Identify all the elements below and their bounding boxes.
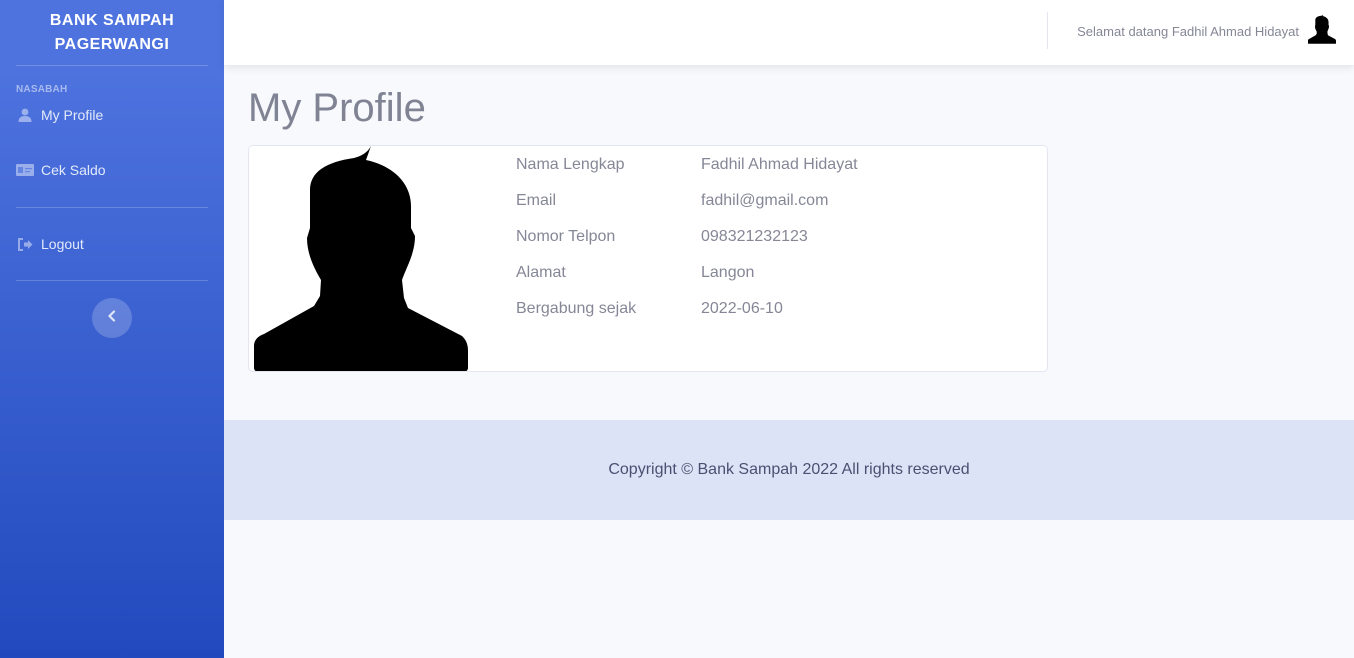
- user-icon: [16, 108, 34, 122]
- profile-value: Langon: [701, 264, 755, 281]
- profile-label: Bergabung sejak: [516, 300, 637, 317]
- profile-value: fadhil@gmail.com: [701, 192, 829, 209]
- sidebar-toggle-button[interactable]: [92, 298, 132, 338]
- profile-card: Nama Lengkap Fadhil Ahmad Hidayat Email …: [248, 145, 1048, 372]
- profile-row-address: Alamat Langon: [516, 264, 754, 282]
- sidebar-item-my-profile[interactable]: My Profile: [0, 95, 224, 133]
- sidebar-heading: NASABAH: [16, 84, 68, 95]
- profile-row-name: Nama Lengkap Fadhil Ahmad Hidayat: [516, 156, 858, 174]
- profile-row-phone: Nomor Telpon 098321232123: [516, 228, 808, 246]
- id-card-icon: [16, 163, 34, 177]
- footer: Copyright © Bank Sampah 2022 All rights …: [224, 420, 1354, 520]
- profile-value: 2022-06-10: [701, 300, 783, 317]
- sidebar-toggle-wrap: [0, 281, 224, 338]
- sidebar-item-label: My Profile: [41, 107, 104, 123]
- welcome-text: Selamat datang Fadhil Ahmad Hidayat: [1077, 23, 1299, 39]
- profile-label: Nama Lengkap: [516, 156, 625, 173]
- profile-label: Alamat: [516, 264, 566, 281]
- page-title: My Profile: [248, 86, 426, 130]
- profile-photo: [254, 146, 468, 371]
- brand-title[interactable]: BANK SAMPAH PAGERWANGI: [0, 0, 224, 65]
- profile-label: Email: [516, 192, 557, 209]
- sidebar-item-cek-saldo[interactable]: Cek Saldo: [0, 133, 224, 207]
- chevron-left-icon: [107, 309, 117, 327]
- topbar-divider: [1047, 12, 1048, 49]
- profile-row-email: Email fadhil@gmail.com: [516, 192, 828, 210]
- sidebar-item-logout[interactable]: Logout: [0, 208, 224, 280]
- sign-out-icon: [16, 237, 34, 251]
- avatar: [1308, 12, 1336, 51]
- profile-value: Fadhil Ahmad Hidayat: [701, 156, 858, 173]
- user-menu[interactable]: Selamat datang Fadhil Ahmad Hidayat: [1077, 12, 1336, 50]
- profile-row-joined: Bergabung sejak 2022-06-10: [516, 300, 783, 318]
- profile-value: 098321232123: [701, 228, 808, 245]
- sidebar-item-label: Cek Saldo: [41, 162, 106, 178]
- copyright-text: Copyright © Bank Sampah 2022 All rights …: [608, 461, 970, 478]
- sidebar-item-label: Logout: [41, 236, 84, 252]
- profile-label: Nomor Telpon: [516, 228, 616, 245]
- sidebar: BANK SAMPAH PAGERWANGI NASABAH My Profil…: [0, 0, 224, 658]
- topbar: Selamat datang Fadhil Ahmad Hidayat: [224, 0, 1354, 65]
